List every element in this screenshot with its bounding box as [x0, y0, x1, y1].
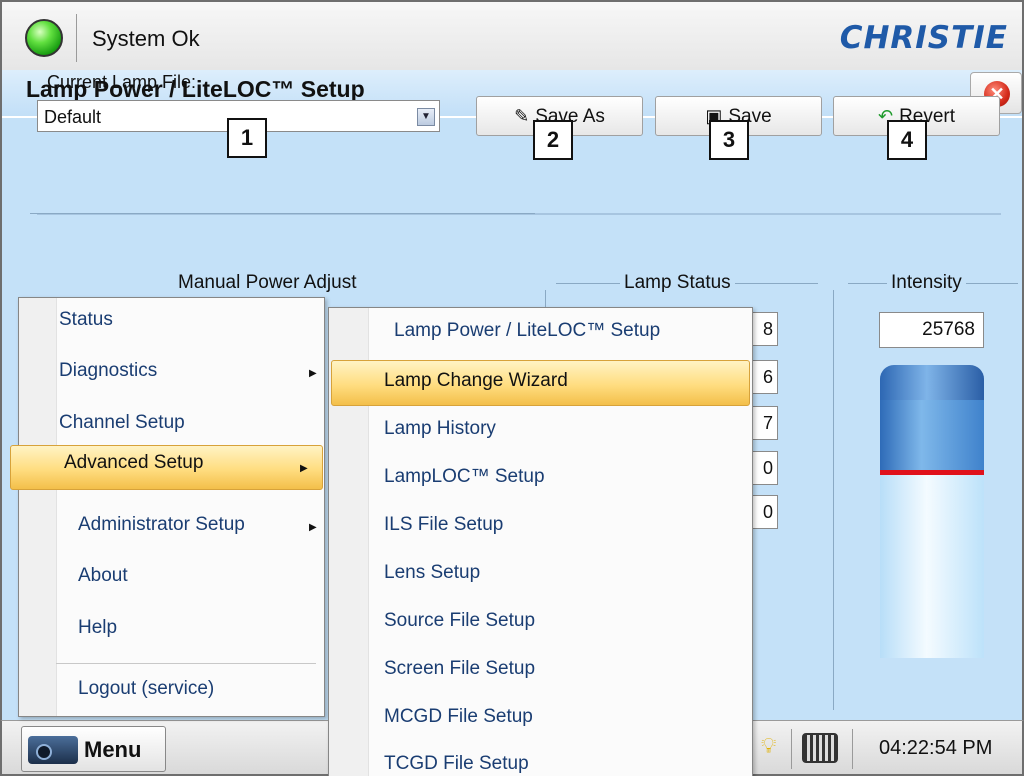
- menu-divider: [56, 663, 316, 664]
- save-as-icon: ✎: [514, 106, 530, 126]
- submenu-item-mcgd-file-setup[interactable]: MCGD File Setup: [384, 706, 533, 728]
- group-border: [30, 213, 535, 214]
- status-led-icon: [25, 19, 63, 57]
- clock: 04:22:54 PM: [879, 737, 993, 759]
- current-lamp-file-label: Current Lamp File:: [47, 72, 197, 92]
- lamp-bulb-icon[interactable]: 💡︎: [761, 733, 776, 759]
- menu-item-status[interactable]: Status: [59, 309, 113, 331]
- lamp-file-value: Default: [44, 107, 102, 127]
- menu-item-diagnostics[interactable]: Diagnostics: [59, 360, 157, 382]
- submenu-item-lens-setup[interactable]: Lens Setup: [384, 562, 480, 584]
- group-border: [833, 290, 834, 710]
- menu-item-advanced-setup-label: Advanced Setup: [64, 452, 204, 473]
- divider: [852, 729, 853, 769]
- menu-item-about[interactable]: About: [78, 565, 128, 587]
- submenu-item-tcgd-file-setup[interactable]: TCGD File Setup: [384, 753, 529, 775]
- menu-label: Menu: [84, 737, 142, 762]
- submenu-item-ils-file-setup[interactable]: ILS File Setup: [384, 514, 503, 536]
- status-bar: System Ok CHRISTIE: [0, 0, 1024, 70]
- submenu-item-screen-file-setup[interactable]: Screen File Setup: [384, 658, 535, 680]
- lamp-status-heading: Lamp Status: [620, 272, 735, 294]
- intensity-heading: Intensity: [887, 272, 966, 294]
- system-status-text: System Ok: [92, 26, 200, 51]
- submenu-item-lamp-change-wizard-label: Lamp Change Wizard: [384, 370, 568, 391]
- menu-item-logout[interactable]: Logout (service): [78, 678, 214, 700]
- chevron-down-icon[interactable]: ▼: [417, 108, 435, 126]
- divider: [76, 14, 77, 62]
- callout-4: 4: [887, 120, 927, 160]
- intensity-marker: [880, 470, 984, 475]
- intensity-value: 25768: [879, 312, 984, 348]
- callout-1: 1: [227, 118, 267, 158]
- projector-icon: [28, 736, 78, 764]
- submenu-item-lamp-history[interactable]: Lamp History: [384, 418, 496, 440]
- menu-item-administrator-setup[interactable]: Administrator Setup: [78, 514, 245, 536]
- submenu-arrow-icon: ▶: [309, 522, 317, 533]
- callout-3: 3: [709, 120, 749, 160]
- network-icon[interactable]: [802, 733, 838, 763]
- intensity-bar-cap: [880, 365, 984, 405]
- divider: [791, 729, 792, 769]
- callout-2: 2: [533, 120, 573, 160]
- menu-item-help[interactable]: Help: [78, 617, 117, 639]
- christie-logo: CHRISTIE: [839, 20, 1008, 56]
- submenu-arrow-icon: ▶: [309, 368, 317, 379]
- submenu-item-source-file-setup[interactable]: Source File Setup: [384, 610, 535, 632]
- menu-item-channel-setup[interactable]: Channel Setup: [59, 412, 185, 434]
- submenu-arrow-icon: ▶: [300, 463, 308, 474]
- submenu-item-lamploc-setup[interactable]: LampLOC™ Setup: [384, 466, 545, 488]
- submenu-item-lamp-power-setup[interactable]: Lamp Power / LiteLOC™ Setup: [394, 320, 660, 342]
- menu-gutter: [19, 298, 57, 716]
- manual-power-adjust-heading: Manual Power Adjust: [174, 272, 361, 294]
- intensity-bar-level: [880, 474, 984, 658]
- menu-button[interactable]: Menu: [21, 726, 166, 772]
